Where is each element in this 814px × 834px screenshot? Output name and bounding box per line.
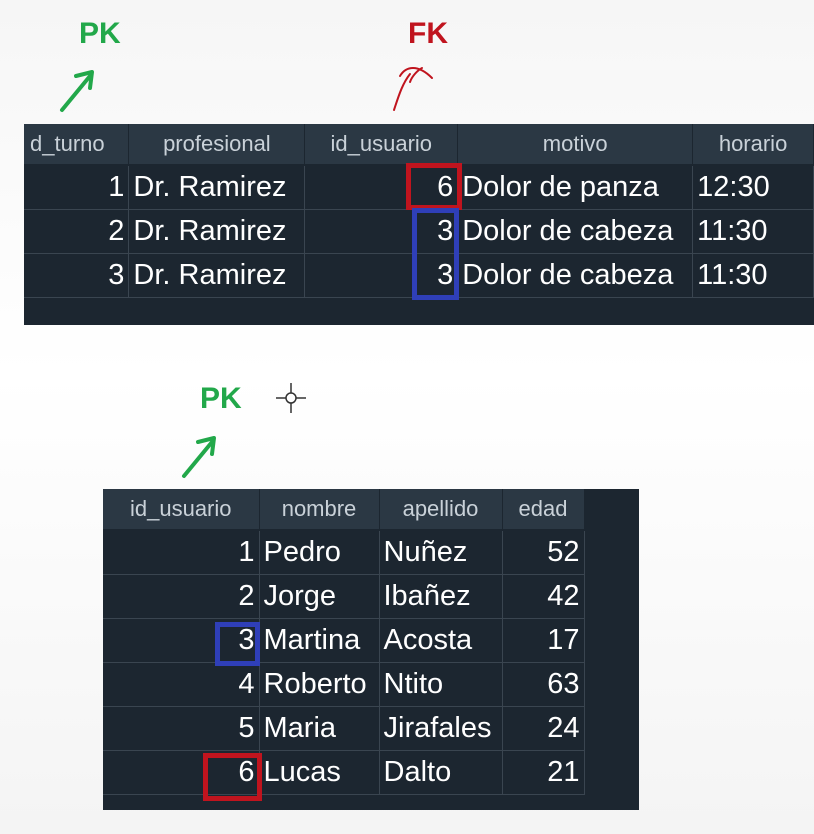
usuarios-table: id_usuario nombre apellido edad 1 Pedro … (103, 489, 585, 795)
cell-edad[interactable]: 21 (502, 750, 585, 795)
table-row[interactable]: 6 Lucas Dalto 21 (103, 750, 585, 795)
cell-motivo[interactable]: Dolor de cabeza (457, 209, 694, 254)
cell-d-turno[interactable]: 3 (24, 253, 130, 298)
arrow-up-right-icon (182, 436, 216, 478)
cell-horario[interactable]: 11:30 (692, 209, 814, 254)
col-header-motivo[interactable]: motivo (457, 124, 694, 166)
cell-profesional[interactable]: Dr. Ramirez (128, 165, 306, 210)
usuarios-header-row: id_usuario nombre apellido edad (103, 489, 585, 531)
cell-id-usuario[interactable]: 4 (103, 662, 260, 707)
cell-id-usuario[interactable]: 2 (103, 574, 260, 619)
cell-motivo[interactable]: Dolor de panza (457, 165, 694, 210)
fk-highlight-blue (412, 208, 459, 300)
col-header-edad[interactable]: edad (502, 489, 585, 531)
table-row[interactable]: 3 Martina Acosta 17 (103, 618, 585, 663)
col-header-id-usuario[interactable]: id_usuario (304, 124, 459, 166)
cell-nombre[interactable]: Pedro (259, 530, 380, 575)
table-row[interactable]: 1 Pedro Nuñez 52 (103, 530, 585, 575)
cell-d-turno[interactable]: 2 (24, 209, 130, 254)
cell-motivo[interactable]: Dolor de cabeza (457, 253, 694, 298)
table-row[interactable]: 4 Roberto Ntito 63 (103, 662, 585, 707)
cell-edad[interactable]: 42 (502, 574, 585, 619)
cell-profesional[interactable]: Dr. Ramirez (128, 253, 306, 298)
crosshair-cursor-icon (276, 383, 306, 413)
col-header-profesional[interactable]: profesional (128, 124, 306, 166)
table-row[interactable]: 2 Jorge Ibañez 42 (103, 574, 585, 619)
fk-label-top: FK (408, 17, 448, 50)
cell-horario[interactable]: 12:30 (692, 165, 814, 210)
cell-apellido[interactable]: Acosta (379, 618, 503, 663)
cell-nombre[interactable]: Jorge (259, 574, 380, 619)
pk-label-bottom: PK (200, 382, 242, 415)
curved-arrow-icon (393, 67, 433, 111)
cell-apellido[interactable]: Jirafales (379, 706, 503, 751)
cell-nombre[interactable]: Roberto (259, 662, 380, 707)
cell-d-turno[interactable]: 1 (24, 165, 130, 210)
fk-highlight-red (406, 163, 462, 210)
turnos-header-row: d_turno profesional id_usuario motivo ho… (24, 124, 814, 166)
col-header-nombre[interactable]: nombre (259, 489, 380, 531)
arrow-up-right-icon (60, 70, 94, 112)
table-row[interactable]: 5 Maria Jirafales 24 (103, 706, 585, 751)
cell-id-usuario[interactable]: 5 (103, 706, 260, 751)
col-header-id-usuario[interactable]: id_usuario (103, 489, 260, 531)
cell-horario[interactable]: 11:30 (692, 253, 814, 298)
cell-apellido[interactable]: Nuñez (379, 530, 503, 575)
cell-nombre[interactable]: Martina (259, 618, 380, 663)
pk-highlight-blue (215, 622, 260, 666)
cell-apellido[interactable]: Dalto (379, 750, 503, 795)
pk-highlight-red (203, 753, 262, 801)
cell-edad[interactable]: 17 (502, 618, 585, 663)
cell-apellido[interactable]: Ntito (379, 662, 503, 707)
pk-label-top: PK (79, 17, 121, 50)
cell-edad[interactable]: 52 (502, 530, 585, 575)
cell-profesional[interactable]: Dr. Ramirez (128, 209, 306, 254)
cell-nombre[interactable]: Lucas (259, 750, 380, 795)
usuarios-table-panel: id_usuario nombre apellido edad 1 Pedro … (103, 489, 639, 810)
col-header-horario[interactable]: horario (692, 124, 814, 166)
col-header-d-turno[interactable]: d_turno (24, 124, 130, 166)
col-header-apellido[interactable]: apellido (379, 489, 503, 531)
cell-edad[interactable]: 24 (502, 706, 585, 751)
cell-apellido[interactable]: Ibañez (379, 574, 503, 619)
cell-id-usuario[interactable]: 1 (103, 530, 260, 575)
cell-edad[interactable]: 63 (502, 662, 585, 707)
cell-nombre[interactable]: Maria (259, 706, 380, 751)
